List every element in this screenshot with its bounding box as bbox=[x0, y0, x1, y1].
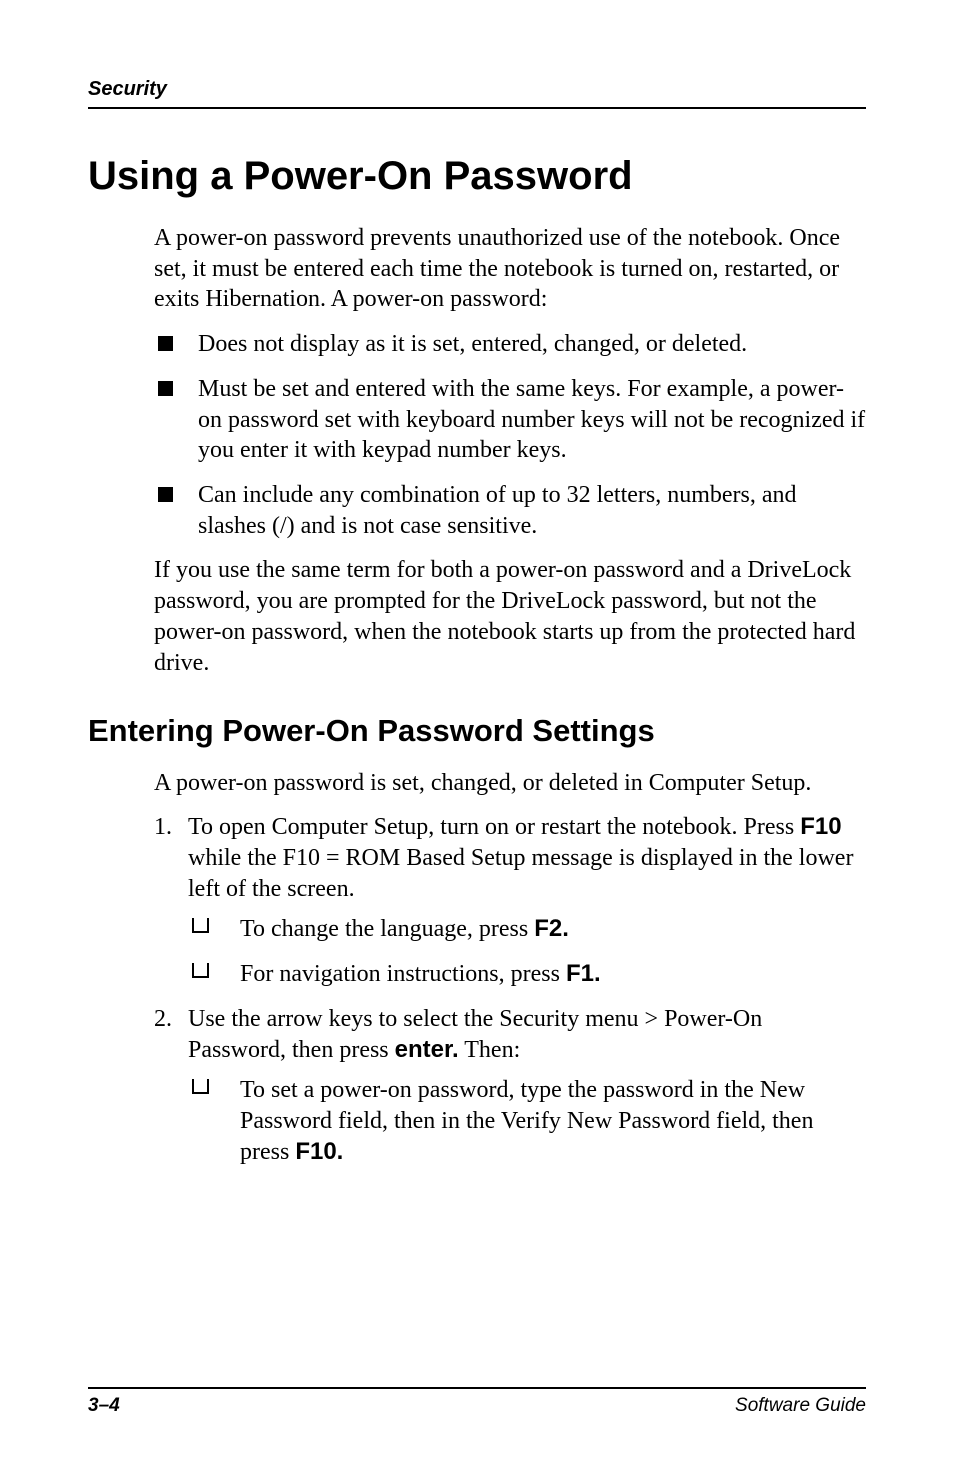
steps-list: To open Computer Setup, turn on or resta… bbox=[154, 812, 866, 1167]
open-box-icon bbox=[192, 963, 209, 978]
key-label: F10 bbox=[800, 813, 841, 840]
open-box-icon bbox=[192, 1079, 209, 1094]
footer-row: 3–4 Software Guide bbox=[88, 1395, 866, 1417]
footer-rule bbox=[88, 1387, 866, 1389]
sub-intro-paragraph: A power-on password is set, changed, or … bbox=[154, 768, 866, 799]
sub-text: To change the language, press bbox=[240, 916, 534, 942]
sub-item: To set a power-on password, type the pas… bbox=[188, 1075, 866, 1167]
sub-text: For navigation instructions, press bbox=[240, 961, 566, 987]
subsection-block: A power-on password is set, changed, or … bbox=[154, 768, 866, 1168]
step-text: while the F10 = ROM Based Setup message … bbox=[188, 845, 853, 902]
bullet-item: Does not display as it is set, entered, … bbox=[154, 329, 866, 360]
step-item: Use the arrow keys to select the Securit… bbox=[154, 1004, 866, 1168]
running-header: Security bbox=[88, 78, 866, 101]
step-text: Then: bbox=[459, 1037, 521, 1063]
key-label: enter. bbox=[395, 1036, 459, 1063]
page-footer: 3–4 Software Guide bbox=[88, 1387, 866, 1417]
step-text: To open Computer Setup, turn on or resta… bbox=[188, 814, 800, 840]
bullet-item: Must be set and entered with the same ke… bbox=[154, 374, 866, 466]
heading-1: Using a Power-On Password bbox=[88, 153, 866, 199]
open-box-icon bbox=[192, 918, 209, 933]
section-intro-block: A power-on password prevents unauthorize… bbox=[154, 223, 866, 678]
guide-title: Software Guide bbox=[735, 1395, 866, 1417]
note-paragraph: If you use the same term for both a powe… bbox=[154, 555, 866, 678]
sub-list: To set a power-on password, type the pas… bbox=[188, 1075, 866, 1167]
key-label: F2. bbox=[534, 915, 569, 942]
header-rule bbox=[88, 107, 866, 109]
bullet-item: Can include any combination of up to 32 … bbox=[154, 480, 866, 541]
intro-paragraph: A power-on password prevents unauthorize… bbox=[154, 223, 866, 315]
sub-item: For navigation instructions, press F1. bbox=[188, 959, 866, 990]
feature-bullet-list: Does not display as it is set, entered, … bbox=[154, 329, 866, 541]
page: Security Using a Power-On Password A pow… bbox=[0, 0, 954, 1475]
sub-item: To change the language, press F2. bbox=[188, 914, 866, 945]
key-label: F10. bbox=[295, 1138, 343, 1165]
step-item: To open Computer Setup, turn on or resta… bbox=[154, 812, 866, 990]
key-label: F1. bbox=[566, 960, 601, 987]
sub-list: To change the language, press F2. For na… bbox=[188, 914, 866, 989]
page-number: 3–4 bbox=[88, 1395, 120, 1417]
heading-2: Entering Power-On Password Settings bbox=[88, 712, 866, 749]
